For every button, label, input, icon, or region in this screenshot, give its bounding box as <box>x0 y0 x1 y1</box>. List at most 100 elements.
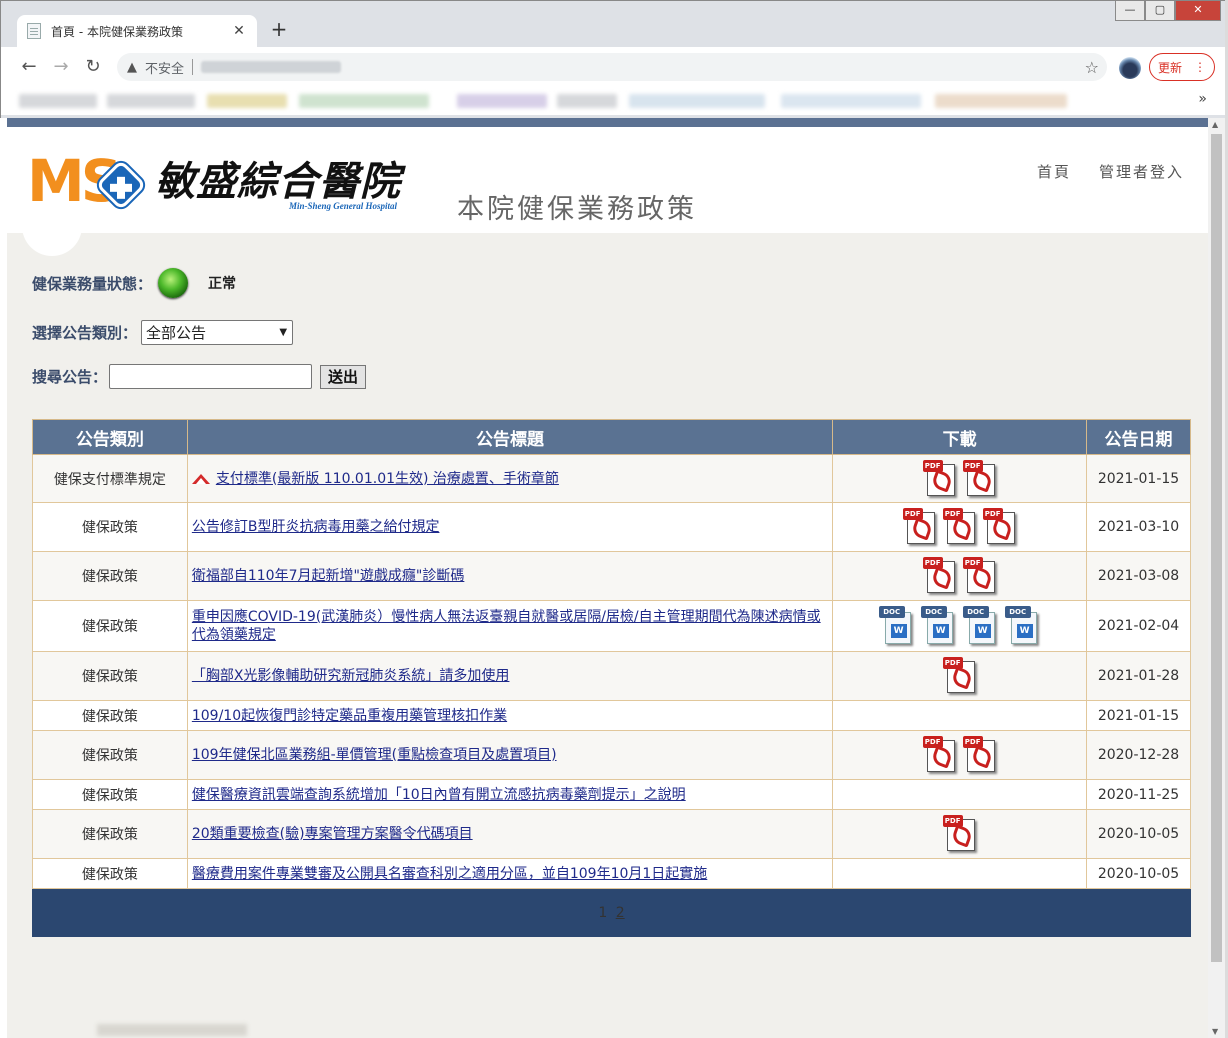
scrollbar-thumb[interactable] <box>1211 134 1222 962</box>
tab-title: 首頁 - 本院健保業務政策 <box>51 24 183 39</box>
row-category: 健保支付標準規定 <box>32 454 188 503</box>
status-label: 健保業務量狀態： <box>32 274 153 293</box>
doc-file-icon[interactable]: W DOC <box>878 606 915 646</box>
row-title-cell: 衛福部自110年7月起新增"遊戲成癮"診斷碼 <box>186 551 834 601</box>
row-title-cell: 109年健保北區業務組-單價管理(重點檢查項目及處置項目) <box>186 730 834 780</box>
update-button[interactable]: 更新 ⋮ <box>1149 53 1215 81</box>
row-downloads: PDF PDF <box>832 454 1088 503</box>
row-date: 2021-01-28 <box>1086 651 1191 701</box>
bookmark-item-redacted[interactable] <box>299 94 429 108</box>
row-category: 健保政策 <box>32 600 188 652</box>
browser-tab[interactable]: 首頁 - 本院健保業務政策 ✕ <box>17 15 257 47</box>
bookmark-item-redacted[interactable] <box>107 94 195 108</box>
category-label: 選擇公告類別： <box>32 324 138 342</box>
address-separator <box>192 59 194 75</box>
pdf-file-icon[interactable]: PDF <box>922 557 957 595</box>
table-body: 健保支付標準規定 支付標準(最新版 110.01.01生效) 治療處置、手術章節 P… <box>32 454 1191 889</box>
table-row: 健保政策 「胸部X光影像輔助研究新冠肺炎系統」請多加使用 PDF 2021-01-28 <box>32 651 1191 701</box>
new-tab-icon[interactable]: + <box>267 17 291 41</box>
row-date: 2021-03-10 <box>1086 502 1191 552</box>
pdf-file-icon[interactable]: PDF <box>902 508 937 546</box>
forward-arrow-icon[interactable]: → <box>49 55 73 79</box>
pdf-file-icon[interactable]: PDF <box>922 459 957 498</box>
scroll-up-icon[interactable]: ▲ <box>1212 120 1218 129</box>
notice-title-link[interactable]: 20類重要檢查(驗)專案管理方案醫令代碼項目 <box>192 826 473 842</box>
pdf-file-icon[interactable]: PDF <box>962 459 997 498</box>
table-row: 健保政策 109年健保北區業務組-單價管理(重點檢查項目及處置項目) PDF PDF 2… <box>32 730 1191 780</box>
notice-title-link[interactable]: 109年健保北區業務組-單價管理(重點檢查項目及處置項目) <box>192 747 557 763</box>
notice-title-link[interactable]: 109/10起恢復門診特定藥品重複用藥管理核扣作業 <box>192 708 507 724</box>
row-date: 2020-12-28 <box>1086 730 1191 780</box>
page-viewport: MS 敏盛綜合醫院 Min-Sheng General Hospital 本院健… <box>7 118 1208 1038</box>
pdf-file-icon[interactable]: PDF <box>922 736 957 774</box>
pdf-file-icon[interactable]: PDF <box>962 736 997 774</box>
row-date: 2021-02-04 <box>1086 600 1191 652</box>
column-header-download: 下載 <box>832 419 1088 455</box>
page-scrollbar[interactable]: ▲ ▼ <box>1208 118 1225 1038</box>
row-title-cell: 「胸部X光影像輔助研究新冠肺炎系統」請多加使用 <box>186 651 834 701</box>
search-form: 搜尋公告： 送出 <box>32 364 367 389</box>
notice-title-link[interactable]: 衛福部自110年7月起新增"遊戲成癮"診斷碼 <box>192 568 465 584</box>
browser-chrome: 首頁 - 本院健保業務政策 ✕ + — ▢ ✕ ← → ↻ ▲ 不安全 ☆ 更新… <box>0 0 1228 118</box>
bookmark-item-redacted[interactable] <box>19 94 97 108</box>
notice-title-link[interactable]: 公告修訂B型肝炎抗病毒用藥之給付規定 <box>192 519 440 535</box>
pdf-file-icon[interactable]: PDF <box>942 508 977 546</box>
bookmarks-overflow-icon[interactable]: » <box>1198 91 1207 107</box>
row-date: 2020-11-25 <box>1086 779 1191 810</box>
row-title-cell: 健保醫療資訊雲端查詢系統增加「10日內曾有開立流感抗病毒藥劑提示」之說明 <box>186 779 834 810</box>
notice-title-link[interactable]: 醫療費用案件專業雙審及公開具名審查科別之適用分區，並自109年10月1日起實施 <box>192 866 707 882</box>
notice-title-link[interactable]: 「胸部X光影像輔助研究新冠肺炎系統」請多加使用 <box>192 668 510 684</box>
bookmarks-bar: » <box>1 87 1227 115</box>
bookmark-item-redacted[interactable] <box>557 94 617 108</box>
search-input[interactable] <box>109 364 313 389</box>
nav-home-link[interactable]: 首頁 <box>1037 161 1071 182</box>
pdf-file-icon[interactable]: PDF <box>942 815 977 853</box>
bookmark-item-redacted[interactable] <box>781 94 921 108</box>
row-downloads <box>832 858 1088 889</box>
notice-title-link[interactable]: 支付標準(最新版 110.01.01生效) 治療處置、手術章節 <box>216 471 559 487</box>
bookmark-item-redacted[interactable] <box>207 94 287 108</box>
bookmark-item-redacted[interactable] <box>629 94 765 108</box>
maximize-icon[interactable]: ▢ <box>1145 1 1175 21</box>
pdf-file-icon[interactable]: PDF <box>942 657 977 695</box>
window-close-icon[interactable]: ✕ <box>1175 1 1221 21</box>
tab-close-icon[interactable]: ✕ <box>231 23 247 39</box>
nav-admin-login-link[interactable]: 管理者登入 <box>1099 161 1184 182</box>
back-arrow-icon[interactable]: ← <box>17 55 41 79</box>
insecure-label: 不安全 <box>145 61 185 77</box>
submit-button[interactable]: 送出 <box>320 364 367 389</box>
notice-title-link[interactable]: 健保醫療資訊雲端查詢系統增加「10日內曾有開立流感抗病毒藥劑提示」之說明 <box>192 787 686 803</box>
row-downloads: PDF <box>832 809 1088 859</box>
doc-file-icon[interactable]: W DOC <box>920 606 957 646</box>
minimize-icon[interactable]: — <box>1115 1 1145 21</box>
scroll-down-icon[interactable]: ▼ <box>1212 1027 1218 1036</box>
address-bar[interactable]: ▲ 不安全 ☆ <box>117 53 1107 81</box>
top-nav: 首頁 管理者登入 <box>1037 161 1184 182</box>
row-title-cell: 20類重要檢查(驗)專案管理方案醫令代碼項目 <box>186 809 834 859</box>
pdf-file-icon[interactable]: PDF <box>982 508 1017 546</box>
reload-icon[interactable]: ↻ <box>81 55 105 79</box>
url-text-redacted <box>201 61 342 73</box>
pagination: 1 2 <box>32 888 1191 937</box>
row-date: 2020-10-05 <box>1086 809 1191 859</box>
site-header: MS 敏盛綜合醫院 Min-Sheng General Hospital 本院健… <box>7 127 1208 233</box>
row-category: 健保政策 <box>32 700 188 731</box>
bookmark-item-redacted[interactable] <box>935 94 1067 108</box>
row-date: 2021-03-08 <box>1086 551 1191 601</box>
pdf-file-icon[interactable]: PDF <box>962 557 997 595</box>
table-row: 健保政策 20類重要檢查(驗)專案管理方案醫令代碼項目 PDF 2020-10-05 <box>32 809 1191 859</box>
doc-file-icon[interactable]: W DOC <box>1004 606 1041 646</box>
page-link-2[interactable]: 2 <box>616 905 625 921</box>
category-select[interactable]: 全部公告 ▼ <box>141 320 294 345</box>
browser-toolbar: ← → ↻ ▲ 不安全 ☆ 更新 ⋮ <box>1 47 1227 87</box>
bookmark-star-icon[interactable]: ☆ <box>1085 58 1099 77</box>
profile-avatar[interactable] <box>1119 57 1141 79</box>
row-category: 健保政策 <box>32 651 188 701</box>
status-light-icon <box>158 268 189 298</box>
doc-file-icon[interactable]: W DOC <box>962 606 999 646</box>
hospital-logo[interactable]: MS 敏盛綜合醫院 Min-Sheng General Hospital <box>27 147 427 217</box>
footer-text-redacted <box>97 1024 247 1036</box>
notice-title-link[interactable]: 重申因應COVID-19(武漢肺炎）慢性病人無法返臺親自就醫或居隔/居檢/自主管… <box>192 609 821 643</box>
row-downloads <box>832 700 1088 731</box>
bookmark-item-redacted[interactable] <box>457 94 547 108</box>
